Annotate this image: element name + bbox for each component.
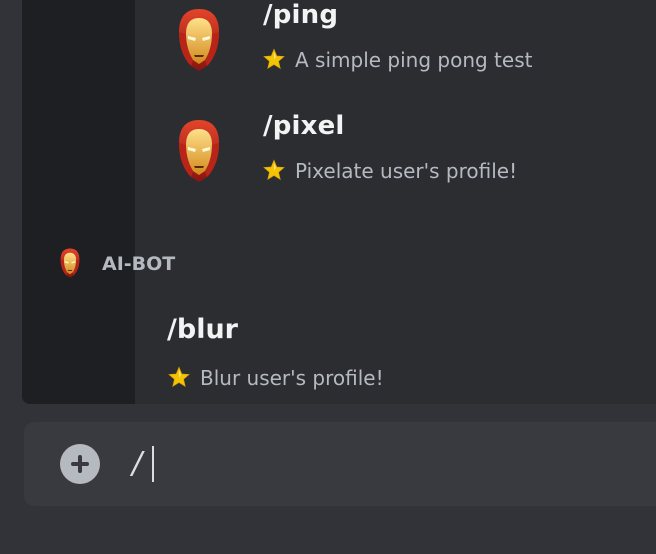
command-item-pixel[interactable]: /pixel Pixelate user's profile! [135, 111, 656, 207]
discord-chat-window: /ping A simple ping pong test /pixel Pix… [0, 0, 656, 554]
star-icon [168, 366, 190, 388]
command-description-text: Pixelate user's profile! [295, 159, 518, 183]
ironman-mask-icon [58, 248, 82, 278]
ironman-mask-icon [175, 119, 223, 183]
slash-command-popup: /ping A simple ping pong test /pixel Pix… [22, 0, 656, 404]
star-icon [263, 159, 285, 181]
message-input-bar[interactable]: / [24, 422, 656, 506]
bot-name: AI-BOT [102, 253, 176, 275]
star-icon [263, 48, 285, 70]
command-description: A simple ping pong test [263, 48, 532, 72]
popup-app-sidebar [22, 0, 135, 404]
command-description: Pixelate user's profile! [263, 159, 517, 183]
command-description: Blur user's profile! [168, 366, 384, 390]
ironman-mask-icon [175, 8, 223, 72]
command-description-text: Blur user's profile! [200, 366, 384, 390]
text-caret [152, 446, 154, 482]
command-description-text: A simple ping pong test [295, 48, 533, 72]
plus-circle-icon[interactable] [60, 444, 100, 484]
command-name: /pixel [263, 111, 345, 141]
command-item-blur[interactable]: /blur [167, 314, 238, 345]
message-input[interactable]: / [132, 442, 142, 486]
command-name: /ping [263, 0, 339, 30]
command-item-ping[interactable]: /ping A simple ping pong test [135, 0, 656, 96]
